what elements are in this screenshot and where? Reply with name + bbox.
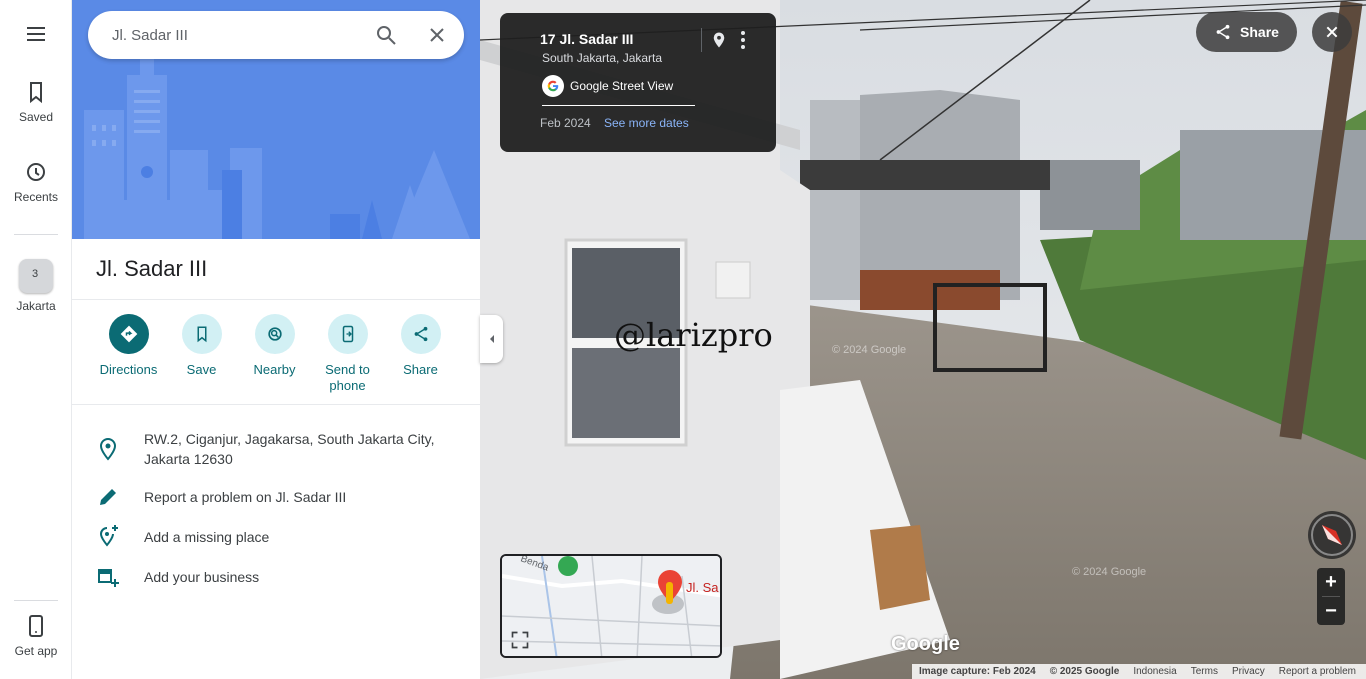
bookmark-icon bbox=[197, 326, 206, 343]
place-title: Jl. Sadar III bbox=[96, 256, 208, 281]
sv-date: Feb 2024 bbox=[540, 116, 591, 130]
add-business-text: Add your business bbox=[144, 569, 260, 585]
directions-button[interactable]: Directions bbox=[92, 314, 165, 394]
rail-recents-button[interactable]: Recents bbox=[0, 160, 72, 204]
rail-divider bbox=[14, 234, 58, 235]
mini-map-label: Jl. Sa bbox=[686, 580, 719, 595]
rail-divider-bottom bbox=[14, 600, 58, 601]
rail-saved-button[interactable]: Saved bbox=[0, 80, 72, 124]
share-button[interactable]: Share bbox=[384, 314, 457, 394]
rail-recents-label: Recents bbox=[13, 190, 59, 204]
save-button[interactable]: Save bbox=[165, 314, 238, 394]
close-street-view-button[interactable] bbox=[1312, 12, 1352, 52]
image-capture-text: Image capture: Feb 2024 bbox=[919, 666, 1036, 677]
street-view-info-card: 17 Jl. Sadar III South Jakarta, Jakarta … bbox=[500, 13, 776, 152]
more-vert-icon[interactable] bbox=[736, 29, 750, 51]
country-link[interactable]: Indonesia bbox=[1133, 666, 1176, 677]
rail-jakarta-label: Jakarta bbox=[16, 299, 56, 313]
send-to-phone-button[interactable]: Send to phone bbox=[311, 314, 384, 394]
nearby-button[interactable]: Nearby bbox=[238, 314, 311, 394]
recent-place-thumbnail: 3 bbox=[19, 259, 53, 293]
directions-label: Directions bbox=[99, 362, 158, 377]
get-app-label: Get app bbox=[14, 644, 58, 658]
chevron-left-icon bbox=[489, 335, 494, 343]
report-problem-link[interactable]: Report a problem bbox=[1279, 666, 1356, 677]
sv-address: 17 Jl. Sadar III bbox=[540, 31, 634, 47]
share-icon bbox=[1216, 24, 1230, 40]
faint-copyright: © 2024 Google bbox=[832, 344, 907, 356]
rail-recent-jakarta[interactable]: 3 Jakarta bbox=[0, 259, 72, 313]
sv-city: South Jakarta, Jakarta bbox=[542, 51, 663, 65]
send-to-phone-icon bbox=[342, 325, 353, 343]
mini-map[interactable]: Jl. Sa Benda bbox=[500, 554, 722, 658]
place-panel: Jl. Sadar III Directions Save Nearby Sen… bbox=[72, 0, 480, 679]
pencil-icon bbox=[100, 489, 116, 505]
copyright-text: © 2025 Google bbox=[1049, 666, 1120, 677]
share-label: Share bbox=[403, 362, 438, 377]
add-business-icon bbox=[98, 569, 119, 587]
send-to-phone-label: Send to phone bbox=[325, 362, 370, 393]
rail-saved-label: Saved bbox=[18, 110, 54, 124]
hamburger-menu-icon bbox=[27, 27, 45, 41]
location-pin-icon bbox=[99, 437, 117, 461]
card-divider bbox=[701, 28, 702, 52]
close-icon bbox=[1326, 26, 1338, 38]
recent-count-badge: 3 bbox=[32, 268, 39, 280]
google-logo: Google bbox=[891, 633, 960, 655]
location-pin-icon[interactable] bbox=[710, 29, 728, 51]
sv-share-button[interactable]: Share bbox=[1196, 12, 1297, 52]
add-missing-place-text: Add a missing place bbox=[144, 529, 270, 545]
save-label: Save bbox=[186, 362, 217, 377]
collapse-panel-button[interactable] bbox=[480, 315, 503, 363]
zoom-in-button[interactable]: + bbox=[1317, 568, 1345, 596]
history-icon bbox=[27, 163, 45, 181]
share-icon bbox=[414, 326, 427, 342]
search-icon bbox=[377, 26, 396, 45]
action-buttons: Directions Save Nearby Send to phone Sha… bbox=[92, 314, 457, 394]
mini-map-roads bbox=[502, 556, 720, 656]
faint-copyright: © 2024 Google bbox=[1072, 566, 1147, 578]
bookmark-icon bbox=[30, 82, 42, 104]
fullscreen-icon[interactable] bbox=[510, 630, 530, 650]
sv-brand-label: Google Street View bbox=[570, 79, 674, 93]
footer-bar: Image capture: Feb 2024 © 2025 Google In… bbox=[912, 664, 1366, 679]
address-text: RW.2, Ciganjur, Jagakarsa, South Jakarta… bbox=[144, 431, 435, 467]
nearby-icon bbox=[267, 327, 282, 341]
clear-search-button[interactable] bbox=[425, 23, 449, 47]
see-more-dates-link[interactable]: See more dates bbox=[604, 116, 689, 130]
nearby-label: Nearby bbox=[253, 362, 296, 377]
close-icon bbox=[430, 28, 444, 42]
report-problem-text: Report a problem on Jl. Sadar III bbox=[144, 489, 347, 505]
get-app-button[interactable]: Get app bbox=[0, 614, 72, 658]
phone-icon bbox=[29, 615, 43, 637]
watermark-text: @larizpro bbox=[614, 316, 773, 354]
privacy-link[interactable]: Privacy bbox=[1232, 666, 1265, 677]
compass-button[interactable] bbox=[1308, 511, 1356, 559]
sv-share-label: Share bbox=[1240, 24, 1279, 40]
google-g-icon bbox=[542, 75, 564, 97]
zoom-out-button[interactable]: − bbox=[1317, 597, 1345, 625]
divider bbox=[72, 404, 480, 405]
add-location-icon bbox=[99, 525, 118, 547]
directions-icon bbox=[120, 325, 137, 343]
compass-icon bbox=[1311, 514, 1353, 556]
divider bbox=[72, 299, 480, 300]
left-rail: Saved Recents 3 Jakarta Get app bbox=[0, 0, 72, 679]
menu-button[interactable] bbox=[0, 22, 72, 46]
zoom-controls: + − bbox=[1317, 568, 1345, 625]
sv-brand: Google Street View bbox=[542, 75, 673, 97]
terms-link[interactable]: Terms bbox=[1191, 666, 1218, 677]
search-input[interactable] bbox=[112, 26, 352, 44]
search-box[interactable] bbox=[88, 11, 464, 59]
search-button[interactable] bbox=[374, 23, 398, 47]
card-underline bbox=[542, 105, 695, 106]
